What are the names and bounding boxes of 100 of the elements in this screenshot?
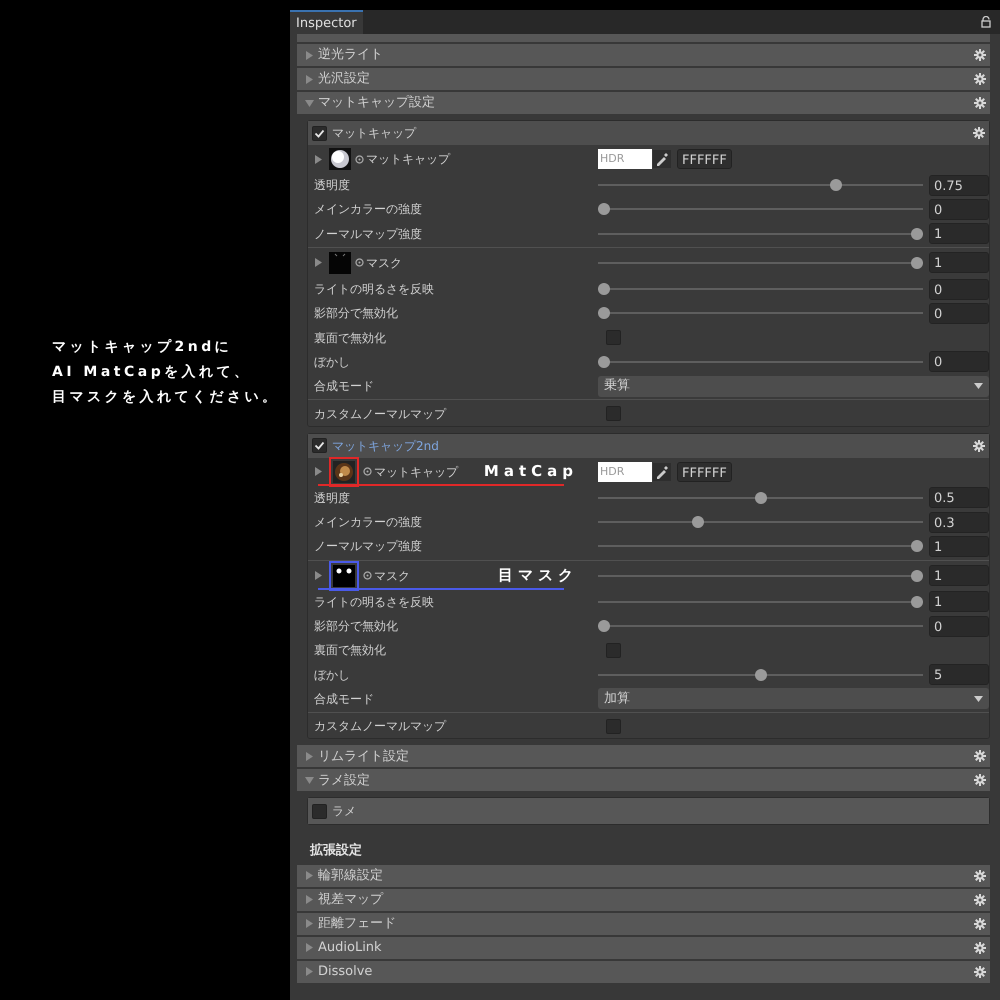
expand-arrow-icon[interactable] (305, 74, 314, 84)
expand-arrow-icon[interactable] (305, 919, 314, 928)
dropdown[interactable]: 加算 (598, 688, 989, 710)
expand-arrow-icon[interactable] (305, 967, 314, 976)
group-title: マットキャップ2nd (332, 438, 440, 455)
slider-thumb[interactable] (598, 356, 610, 368)
field-label: 透明度 (314, 490, 350, 507)
checkbox[interactable] (312, 804, 327, 819)
collapse-arrow-icon[interactable] (305, 98, 314, 108)
field-label: カスタムノーマルマップ (314, 406, 446, 423)
section-header[interactable]: 輪郭線設定 (297, 864, 990, 887)
slider-thumb[interactable] (754, 492, 766, 504)
eyedropper-icon[interactable] (653, 150, 671, 168)
field-label: ノーマルマップ強度 (314, 538, 422, 556)
hex-field[interactable]: FFFFFF (677, 149, 732, 169)
field-label: 合成モード (314, 690, 374, 708)
annotation-text: マットキャップ2ndに (52, 338, 234, 357)
settings-icon[interactable] (974, 750, 986, 762)
object-picker-icon[interactable] (363, 571, 372, 580)
expand-arrow-icon[interactable] (314, 467, 323, 476)
settings-icon[interactable] (974, 966, 986, 978)
object-picker-icon[interactable] (363, 467, 372, 476)
slider-thumb[interactable] (598, 620, 610, 632)
settings-icon[interactable] (974, 73, 986, 85)
section-header[interactable]: 逆光ライト (297, 44, 990, 66)
checkbox[interactable] (606, 718, 621, 734)
value-field[interactable]: 0.75 (929, 174, 989, 196)
section-header[interactable]: ラメ設定 (297, 769, 990, 792)
object-picker-icon[interactable] (355, 258, 364, 268)
checkbox[interactable] (312, 126, 327, 140)
value-field[interactable]: 1 (929, 565, 989, 586)
collapse-arrow-icon[interactable] (305, 776, 314, 785)
hex-field[interactable]: FFFFFF (677, 462, 732, 482)
expand-arrow-icon[interactable] (314, 258, 323, 268)
value-field[interactable]: 0.3 (929, 512, 989, 533)
settings-icon[interactable] (974, 894, 986, 906)
settings-icon[interactable] (974, 870, 986, 882)
checkbox[interactable] (606, 330, 621, 346)
value-field[interactable]: 1 (929, 536, 989, 557)
slider-thumb[interactable] (692, 516, 704, 528)
field-label: マットキャップ (374, 464, 458, 481)
value-field[interactable]: 0.5 (929, 487, 989, 508)
section-header[interactable]: リムライト設定 (297, 745, 990, 768)
settings-icon[interactable] (973, 127, 985, 139)
expand-arrow-icon[interactable] (305, 895, 314, 904)
section-header[interactable]: 光沢設定 (297, 68, 990, 90)
section-header[interactable]: Dissolve (297, 960, 990, 983)
settings-icon[interactable] (974, 942, 986, 954)
slider-thumb[interactable] (911, 256, 923, 269)
value-field[interactable]: 1 (929, 591, 989, 612)
field-label: 影部分で無効化 (314, 618, 398, 635)
slider-thumb[interactable] (911, 570, 923, 582)
checkbox[interactable] (312, 438, 327, 454)
field-label: マスク (374, 568, 410, 585)
value-field[interactable]: 0 (929, 198, 989, 220)
expand-arrow-icon[interactable] (314, 154, 323, 164)
field-label: 合成モード (314, 378, 374, 396)
object-picker-icon[interactable] (355, 154, 364, 164)
unlock-icon[interactable] (980, 16, 992, 28)
expand-arrow-icon[interactable] (305, 871, 314, 880)
slider-thumb[interactable] (911, 228, 923, 240)
value-field[interactable]: 1 (929, 252, 989, 274)
field-label: メインカラーの強度 (314, 514, 422, 532)
slider-thumb[interactable] (598, 307, 610, 320)
window-title[interactable]: Inspector (290, 10, 363, 34)
field-label: 影部分で無効化 (314, 305, 398, 322)
checkbox[interactable] (606, 406, 621, 422)
field-label: 裏面で無効化 (314, 330, 386, 347)
eyedropper-icon[interactable] (653, 462, 671, 481)
value-field[interactable]: 0 (929, 278, 989, 300)
slider-thumb[interactable] (598, 203, 610, 216)
expand-arrow-icon[interactable] (305, 50, 314, 60)
expand-arrow-icon[interactable] (305, 943, 314, 952)
settings-icon[interactable] (974, 918, 986, 930)
section-header[interactable]: 距離フェード (297, 912, 990, 935)
value-field[interactable]: 0 (929, 616, 989, 636)
slider-thumb[interactable] (754, 668, 766, 681)
annotation-label: MatCap (484, 461, 578, 482)
field-label: メインカラーの強度 (314, 201, 422, 218)
settings-icon[interactable] (974, 49, 986, 61)
settings-icon[interactable] (974, 774, 986, 786)
field-label: ライトの明るさを反映 (314, 281, 434, 298)
expand-arrow-icon[interactable] (314, 571, 323, 580)
value-field[interactable]: 1 (929, 223, 989, 244)
section-header[interactable]: AudioLink (297, 936, 990, 959)
settings-icon[interactable] (973, 440, 985, 452)
settings-icon[interactable] (974, 97, 986, 109)
expand-arrow-icon[interactable] (305, 752, 314, 761)
value-field[interactable]: 0 (929, 302, 989, 324)
slider-thumb[interactable] (911, 596, 923, 608)
field-label: ノーマルマップ強度 (314, 226, 422, 243)
value-field[interactable]: 5 (929, 664, 989, 686)
section-header[interactable]: マットキャップ設定 (297, 92, 990, 114)
dropdown[interactable]: 乗算 (598, 376, 989, 397)
slider-thumb[interactable] (830, 179, 842, 192)
slider-thumb[interactable] (598, 283, 610, 296)
section-header[interactable]: 視差マップ (297, 888, 990, 911)
checkbox[interactable] (606, 642, 621, 658)
value-field[interactable]: 0 (929, 351, 989, 372)
slider-thumb[interactable] (911, 540, 923, 552)
